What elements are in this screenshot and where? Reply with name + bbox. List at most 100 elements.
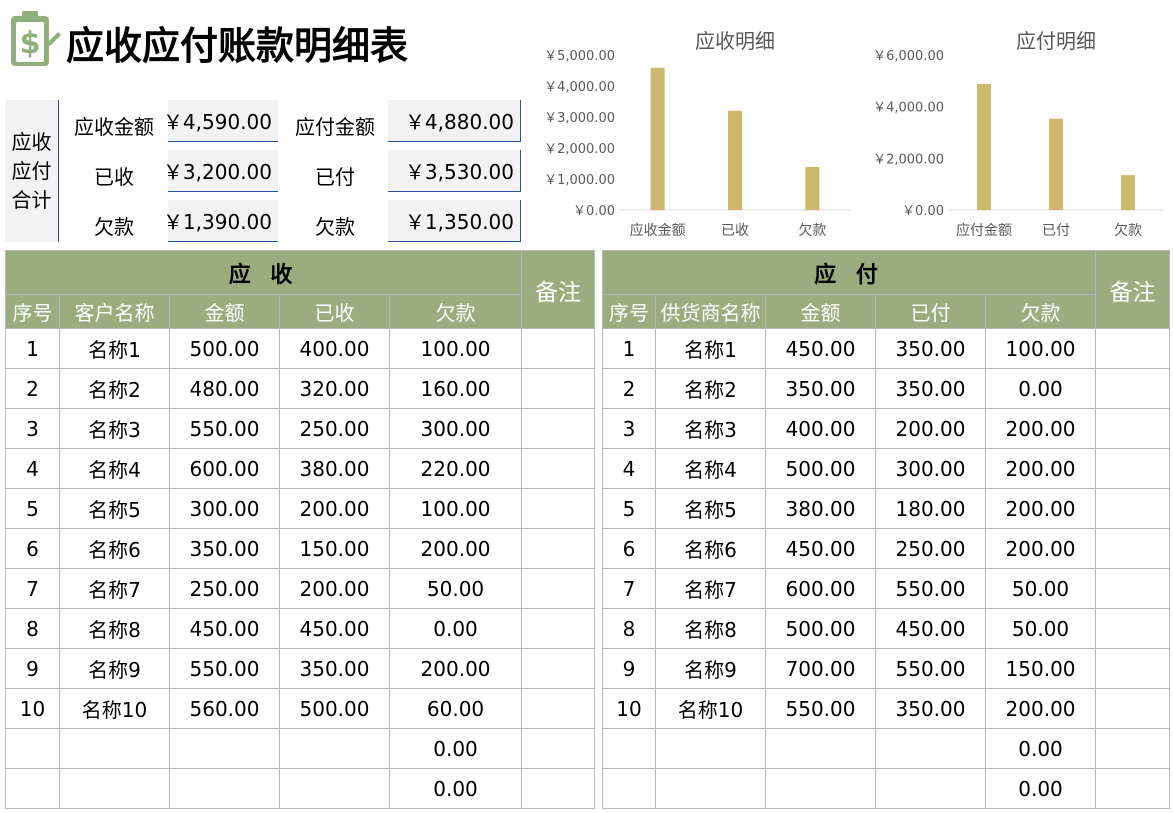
remark-cell[interactable] xyxy=(521,328,596,369)
table-cell[interactable]: 600.00 xyxy=(169,448,280,489)
remark-cell[interactable] xyxy=(521,408,596,449)
table-cell[interactable]: 3 xyxy=(602,408,656,449)
table-cell[interactable] xyxy=(59,728,170,769)
table-cell[interactable]: 名称1 xyxy=(59,328,170,369)
payable-chart[interactable]: 应付明细 ￥0.00 ￥2,000.00 ￥4,000.00 ￥6,000.00 应付金额… xyxy=(862,22,1168,244)
table-cell[interactable]: 200.00 xyxy=(984,528,1097,569)
remark-cell[interactable] xyxy=(521,568,596,609)
table-cell[interactable]: 名称4 xyxy=(59,448,170,489)
table-cell[interactable]: 200.00 xyxy=(388,648,523,689)
table-cell[interactable]: 100.00 xyxy=(388,328,523,369)
table-cell[interactable]: 名称6 xyxy=(655,528,766,569)
table-cell[interactable]: 200.00 xyxy=(984,408,1097,449)
table-cell[interactable]: 200.00 xyxy=(875,408,986,449)
remark-cell[interactable] xyxy=(521,768,596,809)
table-cell[interactable] xyxy=(59,768,170,809)
table-cell[interactable]: 4 xyxy=(5,448,60,489)
table-cell[interactable]: 名称7 xyxy=(655,568,766,609)
table-cell[interactable]: 550.00 xyxy=(765,688,876,729)
remark-cell[interactable] xyxy=(521,648,596,689)
table-cell[interactable]: 550.00 xyxy=(875,568,986,609)
remark-cell[interactable] xyxy=(521,728,596,769)
table-cell[interactable]: 200.00 xyxy=(388,528,523,569)
remark-cell[interactable] xyxy=(1095,448,1171,489)
remark-cell[interactable] xyxy=(1095,408,1171,449)
table-cell[interactable]: 500.00 xyxy=(765,448,876,489)
table-cell[interactable]: 350.00 xyxy=(875,688,986,729)
table-cell[interactable]: 350.00 xyxy=(875,368,986,409)
table-cell[interactable]: 名称5 xyxy=(59,488,170,529)
table-cell[interactable]: 560.00 xyxy=(169,688,280,729)
table-cell[interactable]: 2 xyxy=(5,368,60,409)
table-cell[interactable]: 180.00 xyxy=(875,488,986,529)
table-cell[interactable]: 380.00 xyxy=(765,488,876,529)
table-cell[interactable]: 350.00 xyxy=(279,648,390,689)
table-cell[interactable] xyxy=(5,728,60,769)
summary-value-received[interactable]: ￥3,200.00 xyxy=(163,150,278,192)
remark-cell[interactable] xyxy=(1095,728,1171,769)
table-cell[interactable]: 1 xyxy=(602,328,656,369)
table-cell[interactable] xyxy=(602,768,656,809)
table-cell[interactable]: 0.00 xyxy=(388,768,523,809)
table-cell[interactable]: 450.00 xyxy=(169,608,280,649)
remark-cell[interactable] xyxy=(1095,328,1171,369)
summary-value-receivable-debt[interactable]: ￥1,390.00 xyxy=(163,200,278,242)
table-cell[interactable]: 250.00 xyxy=(279,408,390,449)
table-cell[interactable] xyxy=(655,728,766,769)
table-cell[interactable]: 60.00 xyxy=(388,688,523,729)
table-cell[interactable]: 2 xyxy=(602,368,656,409)
table-cell[interactable]: 150.00 xyxy=(984,648,1097,689)
table-cell[interactable]: 6 xyxy=(5,528,60,569)
remark-cell[interactable] xyxy=(1095,608,1171,649)
table-cell[interactable]: 10 xyxy=(602,688,656,729)
table-cell[interactable]: 8 xyxy=(602,608,656,649)
table-cell[interactable] xyxy=(875,768,986,809)
table-cell[interactable]: 200.00 xyxy=(279,568,390,609)
table-cell[interactable]: 0.00 xyxy=(984,368,1097,409)
remark-cell[interactable] xyxy=(1095,768,1171,809)
table-cell[interactable]: 9 xyxy=(602,648,656,689)
table-cell[interactable]: 200.00 xyxy=(984,448,1097,489)
table-cell[interactable]: 700.00 xyxy=(765,648,876,689)
table-cell[interactable]: 400.00 xyxy=(279,328,390,369)
table-cell[interactable]: 220.00 xyxy=(388,448,523,489)
remark-cell[interactable] xyxy=(521,448,596,489)
table-cell[interactable]: 50.00 xyxy=(984,608,1097,649)
remark-cell[interactable] xyxy=(1095,568,1171,609)
table-cell[interactable]: 550.00 xyxy=(169,408,280,449)
table-cell[interactable]: 600.00 xyxy=(765,568,876,609)
remark-cell[interactable] xyxy=(521,608,596,649)
table-cell[interactable]: 160.00 xyxy=(388,368,523,409)
table-cell[interactable] xyxy=(169,768,280,809)
table-cell[interactable]: 名称7 xyxy=(59,568,170,609)
table-cell[interactable]: 3 xyxy=(5,408,60,449)
table-cell[interactable]: 300.00 xyxy=(169,488,280,529)
table-cell[interactable]: 500.00 xyxy=(169,328,280,369)
table-cell[interactable]: 名称10 xyxy=(655,688,766,729)
table-cell[interactable]: 50.00 xyxy=(388,568,523,609)
table-cell[interactable] xyxy=(655,768,766,809)
receivable-chart[interactable]: 应收明细 ￥0.00 ￥1,000.00 ￥2,000.00 ￥3,000.00 ￥4,0… xyxy=(535,22,855,244)
table-cell[interactable]: 200.00 xyxy=(279,488,390,529)
table-cell[interactable]: 0.00 xyxy=(388,728,523,769)
table-cell[interactable]: 50.00 xyxy=(984,568,1097,609)
table-cell[interactable]: 450.00 xyxy=(875,608,986,649)
table-cell[interactable]: 0.00 xyxy=(984,768,1097,809)
table-cell[interactable]: 250.00 xyxy=(875,528,986,569)
table-cell[interactable] xyxy=(765,768,876,809)
table-cell[interactable]: 450.00 xyxy=(765,528,876,569)
table-cell[interactable]: 1 xyxy=(5,328,60,369)
table-cell[interactable]: 500.00 xyxy=(279,688,390,729)
remark-cell[interactable] xyxy=(1095,368,1171,409)
table-cell[interactable]: 5 xyxy=(602,488,656,529)
table-cell[interactable]: 380.00 xyxy=(279,448,390,489)
table-cell[interactable]: 0.00 xyxy=(388,608,523,649)
table-cell[interactable]: 450.00 xyxy=(279,608,390,649)
table-cell[interactable]: 名称4 xyxy=(655,448,766,489)
table-cell[interactable]: 名称2 xyxy=(59,368,170,409)
summary-value-payable-debt[interactable]: ￥1,350.00 xyxy=(388,200,521,242)
table-cell[interactable] xyxy=(5,768,60,809)
table-cell[interactable]: 480.00 xyxy=(169,368,280,409)
table-cell[interactable]: 名称10 xyxy=(59,688,170,729)
table-cell[interactable]: 400.00 xyxy=(765,408,876,449)
